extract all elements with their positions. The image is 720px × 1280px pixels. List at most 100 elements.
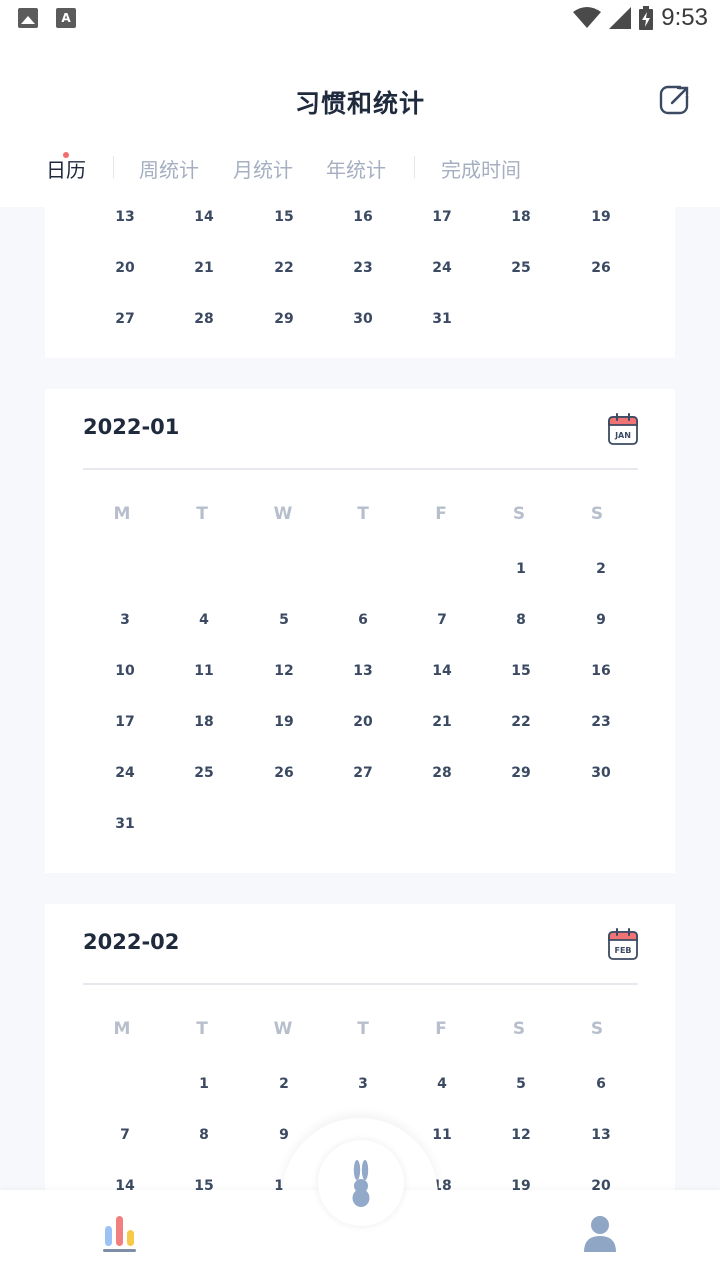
month-divider [83,983,638,985]
day-cell[interactable]: 10 [105,663,145,679]
stats-bars-icon[interactable] [100,1214,140,1254]
day-cell[interactable]: 31 [422,311,462,327]
day-cell[interactable]: 14 [422,663,462,679]
day-cell[interactable]: 22 [264,260,304,276]
weekday-label: S [590,1019,604,1039]
weekday-label: S [512,504,526,524]
day-cell[interactable]: 26 [581,260,621,276]
day-cell[interactable]: 4 [184,612,224,628]
weekday-label: M [113,1019,131,1039]
calendar-icon-label: FEB [614,946,631,955]
day-cell[interactable]: 13 [581,1127,621,1143]
day-cell[interactable]: 15 [184,1178,224,1190]
user-icon[interactable] [582,1214,618,1254]
day-cell[interactable]: 15 [501,663,541,679]
day-cell[interactable]: 30 [343,311,383,327]
calendar-scroll[interactable]: 13 14 15 16 17 18 19 20 21 22 23 24 25 2… [0,207,720,1190]
tab-yearly[interactable]: 年统计 [326,154,386,183]
weekday-label: F [435,504,447,524]
tab-completion-time[interactable]: 完成时间 [441,154,521,183]
tab-monthly[interactable]: 月统计 [233,154,293,183]
header: 习惯和统计 日历 周统计 月统计 年统计 完成时间 [0,36,720,207]
battery-charging-icon [639,6,654,30]
day-cell[interactable]: 8 [501,612,541,628]
day-cell[interactable]: 24 [422,260,462,276]
text-a-icon: A [56,8,76,28]
day-cell[interactable]: 20 [581,1178,621,1190]
day-cell[interactable]: 15 [264,209,304,225]
day-cell[interactable]: 9 [264,1127,304,1143]
day-cell[interactable]: 27 [105,311,145,327]
day-cell[interactable]: 28 [422,765,462,781]
day-cell[interactable]: 13 [343,663,383,679]
status-time: 9:53 [661,4,708,31]
day-cell[interactable]: 6 [343,612,383,628]
month-title: 2022-01 [83,415,180,439]
signal-icon [609,7,632,29]
calendar-month-icon: JAN [608,413,638,445]
day-cell[interactable]: 24 [105,765,145,781]
day-cell[interactable]: 19 [581,209,621,225]
day-cell[interactable]: 27 [343,765,383,781]
day-cell[interactable]: 14 [184,209,224,225]
day-cell[interactable]: 5 [501,1076,541,1092]
month-divider [83,468,638,470]
day-cell[interactable]: 29 [501,765,541,781]
day-cell[interactable]: 7 [422,612,462,628]
day-cell[interactable]: 30 [581,765,621,781]
stats-tabs: 日历 周统计 月统计 年统计 完成时间 [0,154,720,194]
day-cell[interactable]: 19 [264,714,304,730]
day-cell[interactable]: 21 [184,260,224,276]
day-cell[interactable]: 28 [184,311,224,327]
day-cell[interactable]: 23 [343,260,383,276]
weekday-label: W [273,504,293,524]
day-cell[interactable]: 16 [343,209,383,225]
day-cell[interactable]: 21 [422,714,462,730]
day-cell[interactable]: 3 [105,612,145,628]
share-external-icon[interactable] [659,84,691,116]
calendar-icon-label: JAN [614,431,631,440]
day-cell[interactable]: 5 [264,612,304,628]
day-cell[interactable]: 19 [501,1178,541,1190]
day-cell[interactable]: 25 [501,260,541,276]
day-cell[interactable]: 18 [501,209,541,225]
weekday-label: T [196,504,208,524]
day-cell[interactable]: 1 [501,561,541,577]
day-cell[interactable]: 3 [343,1076,383,1092]
day-cell[interactable]: 17 [422,209,462,225]
day-cell[interactable]: 20 [343,714,383,730]
month-card: 2022-01 JAN M T W T F S S 1 2 3 4 5 6 7 … [45,389,675,873]
active-tab-indicator [63,152,69,158]
day-cell[interactable]: 2 [581,561,621,577]
day-cell[interactable]: 16 [581,663,621,679]
tab-calendar[interactable]: 日历 [46,154,86,183]
day-cell[interactable]: 17 [105,714,145,730]
tab-weekly[interactable]: 周统计 [139,154,199,183]
calendar-month-icon: FEB [608,928,638,960]
day-cell[interactable]: 14 [105,1178,145,1190]
day-cell[interactable]: 29 [264,311,304,327]
day-cell[interactable]: 2 [264,1076,304,1092]
day-cell[interactable]: 7 [105,1127,145,1143]
nav-center-button[interactable] [318,1140,404,1226]
day-cell[interactable]: 25 [184,765,224,781]
weekday-label: T [357,1019,369,1039]
day-cell[interactable]: 18 [184,714,224,730]
day-cell[interactable]: 23 [581,714,621,730]
day-cell[interactable]: 8 [184,1127,224,1143]
day-cell[interactable]: 12 [264,663,304,679]
weekday-label: T [196,1019,208,1039]
day-cell[interactable]: 9 [581,612,621,628]
day-cell[interactable]: 12 [501,1127,541,1143]
day-cell[interactable]: 20 [105,260,145,276]
day-cell[interactable]: 4 [422,1076,462,1092]
day-cell[interactable]: 31 [105,816,145,832]
day-cell[interactable]: 1 [184,1076,224,1092]
day-cell[interactable]: 6 [581,1076,621,1092]
day-cell[interactable]: 11 [422,1127,462,1143]
day-cell[interactable]: 26 [264,765,304,781]
day-cell[interactable]: 22 [501,714,541,730]
day-cell[interactable]: 13 [105,209,145,225]
weekday-label: W [273,1019,293,1039]
day-cell[interactable]: 11 [184,663,224,679]
